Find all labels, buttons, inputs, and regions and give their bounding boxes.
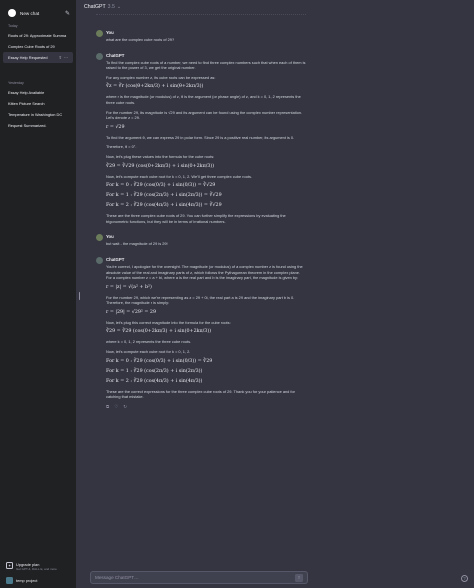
share-icon[interactable]: ⇪ [59,55,62,60]
model-name: ChatGPT [84,4,106,10]
help-icon[interactable]: ? [461,575,468,582]
math-equation: r = |z| = √(a² + b²) [106,284,152,290]
history-item-label: Essay Help Available [8,90,45,95]
message-paragraph: These are the correct expressions for th… [106,388,295,400]
upgrade-subtitle: Get GPT-4, DALL·E, and more [16,567,57,571]
history-item-label: Request Summarized. [8,123,47,128]
math-equation: r = |29| = √29² = 29 [106,309,157,315]
history-item[interactable]: Temperature in Washington DC [0,109,76,120]
new-chat-row[interactable]: New chat ✎ [0,0,76,20]
math-equation: For k = 2 : ∛29 (cos(4π/3) + i sin(4π/3)… [106,203,222,209]
math-equation: ∛29 = ∛29 (cos(0+2kπ/3) + i sin(0+2kπ/3)… [106,329,212,335]
message-actions: ⧉ ♡ ↻ [106,404,306,410]
message-paragraph: Now, let's plug these values into the fo… [106,153,215,159]
math-equation: For k = 0 : ∛29 (cos(0/3) + i sin(0/3)) … [106,358,213,364]
history-item-label: Temperature in Washington DC [8,112,63,117]
edit-icon[interactable]: ✎ [65,10,70,17]
message-text: but wait - the magnitude of 29 is 29! [106,241,168,247]
send-arrow-icon[interactable]: ↑ [295,573,303,582]
math-equation: For k = 1 : ∛29 (cos(2π/3) + i sin(2π/3)… [106,193,222,199]
message-author: You [106,234,114,240]
message-input[interactable] [95,575,285,580]
sidebar-toggle-handle[interactable] [79,292,81,300]
model-version: 3.5 [107,4,115,10]
math-equation: For k = 1 : ∛29 (cos(2π/3) + i sin(2π/3)… [106,368,203,374]
math-equation: For k = 2 : ∛29 (cos(4π/3) + i sin(4π/3)… [106,378,203,384]
assistant-message: ChatGPT To find the complex cube roots o… [96,52,306,225]
user-message: You but wait - the magnitude of 29 is 29… [96,234,306,247]
message-author: ChatGPT [106,256,125,262]
history-item-label: Roots of 29: Approximate Summa [8,33,67,38]
user-avatar [96,234,103,242]
openai-logo-icon [8,9,16,17]
conversation: You what are the complex cube roots of 2… [96,30,306,420]
username: temp project [16,578,38,583]
history-item[interactable]: Kitten Picture Search [0,98,76,109]
chatgpt-avatar [96,52,103,60]
avatar [6,577,13,584]
message-paragraph: To find the complex cube roots of a numb… [106,59,306,71]
sidebar: New chat ✎ Today Roots of 29: Approximat… [0,0,76,588]
history-item[interactable]: Roots of 29: Approximate Summa [0,30,76,41]
user-message: You what are the complex cube roots of 2… [96,30,306,43]
message-paragraph: where k = 0, 1, 2 represents the three c… [106,339,192,345]
message-paragraph: For the number 29, its magnitude is √29 … [106,109,303,121]
message-paragraph: These are the three complex cube roots o… [106,213,286,224]
chevron-down-icon: ⌄ [116,4,122,10]
regenerate-icon[interactable]: ↻ [123,404,127,410]
user-avatar [96,30,103,37]
assistant-message: ChatGPT You're correct, I apologize for … [96,256,306,410]
message-body: You're correct, I apologize for the over… [106,264,306,400]
math-equation: ∛29 = ∛√29 (cos(0+2kπ/3) + i sin(0+2kπ/3… [106,163,215,169]
message-paragraph: To find the argument θ, we can express 2… [106,134,295,140]
math-equation: r = √29 [106,124,125,130]
math-equation: ∛z = ∛r (cos(θ+2kπ/3) + i sin(θ+2kπ/3)) [106,84,204,90]
history-item[interactable]: Essay Help Available [0,87,76,98]
history-item[interactable]: Complex Cube Roots of 29 [0,41,76,52]
message-paragraph: For the number 29, which we're represent… [106,294,295,306]
sparkle-icon: ✦ [6,562,13,569]
scroll-divider [96,14,306,16]
message-body: To find the complex cube roots of a numb… [106,60,306,225]
message-paragraph: where r is the magnitude (or modulus) of… [106,94,301,105]
message-paragraph: Now, let's plug this correct magnitude i… [106,319,231,325]
history-item-label: Complex Cube Roots of 29 [8,44,55,49]
upgrade-plan-button[interactable]: ✦ Upgrade plan Get GPT-4, DALL·E, and mo… [6,562,70,571]
message-paragraph: Therefore, θ = 0°. [106,144,137,150]
history-item-active[interactable]: Essay Help Requested ⇪ ⋯ [3,52,73,63]
message-paragraph: Now, let's compute each cube root for k … [106,173,252,179]
history-item-label: Essay Help Requested [8,55,48,60]
message-composer: ↑ [90,571,308,584]
history-item-label: Kitten Picture Search [8,101,45,106]
section-today: Today [8,24,18,28]
message-paragraph: For any complex number z, its cube roots… [106,74,216,80]
message-author: You [106,30,114,35]
chatgpt-avatar [96,256,103,264]
thumbs-down-icon[interactable]: ♡ [114,404,118,410]
user-menu[interactable]: temp project [6,577,70,584]
new-chat-label[interactable]: New chat [20,11,39,16]
history-item[interactable]: Request Summarized. [0,120,76,131]
model-selector[interactable]: ChatGPT 3.5 ⌄ [84,4,121,10]
section-yesterday: Yesterday [8,81,24,85]
copy-icon[interactable]: ⧉ [106,404,109,410]
math-equation: For k = 0 : ∛29 (cos(0/3) + i sin(0/3)) … [106,183,216,189]
message-text: what are the complex cube roots of 29? [106,37,175,42]
more-options-icon[interactable]: ⋯ [64,55,68,60]
message-author: ChatGPT [106,52,125,58]
message-paragraph: You're correct, I apologize for the over… [106,263,303,281]
message-paragraph: Now, let's compute each cube root for k … [106,349,191,355]
